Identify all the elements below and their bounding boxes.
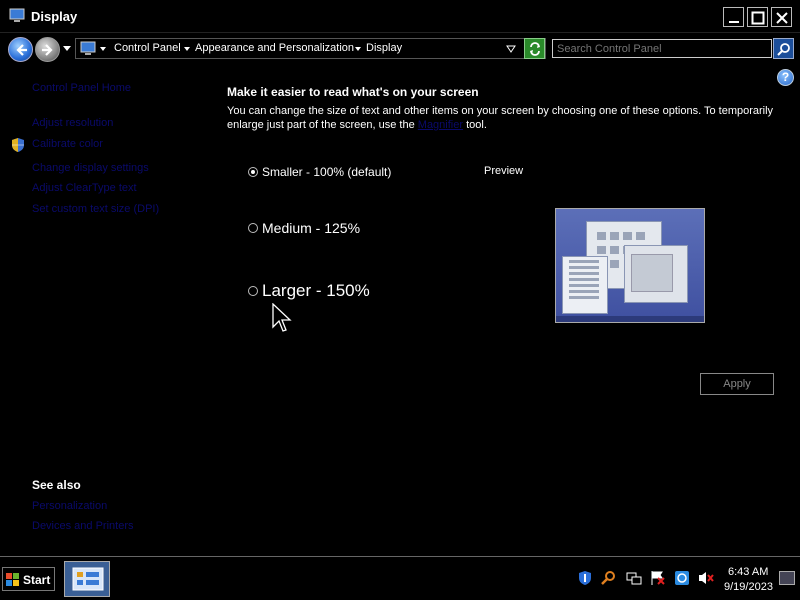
option-larger[interactable]: Larger - 150% <box>248 281 370 301</box>
breadcrumb[interactable]: Control Panel Appearance and Personaliza… <box>75 38 546 59</box>
nav-link-custom-text-size[interactable]: Set custom text size (DPI) <box>32 203 159 215</box>
address-dropdown-icon[interactable] <box>506 45 516 53</box>
mouse-cursor-icon <box>272 303 292 332</box>
help-icon[interactable]: ? <box>777 69 794 86</box>
clock-date[interactable]: 9/19/2023 <box>724 581 773 593</box>
refresh-button[interactable] <box>524 38 545 59</box>
network-icon[interactable] <box>626 570 642 586</box>
option-medium-label[interactable]: Medium - 125% <box>262 220 360 236</box>
windows-logo-icon <box>6 573 19 586</box>
maximize-button[interactable] <box>747 7 768 27</box>
security-icon[interactable] <box>674 570 690 586</box>
title-bar: Display <box>0 0 800 33</box>
see-also-personalization[interactable]: Personalization <box>32 500 107 512</box>
start-button[interactable]: Start <box>2 567 55 591</box>
close-button[interactable] <box>771 7 792 27</box>
start-label: Start <box>23 573 51 587</box>
radio-larger[interactable] <box>248 286 258 296</box>
nav-link-adjust-cleartype[interactable]: Adjust ClearType text <box>32 182 137 194</box>
forward-button[interactable] <box>35 37 60 62</box>
radio-smaller[interactable] <box>248 166 258 177</box>
display-icon <box>9 8 25 23</box>
minimize-button[interactable] <box>723 7 744 27</box>
nav-link-control-panel-home[interactable]: Control Panel Home <box>32 82 131 94</box>
left-navigation-pane: Control Panel Home Adjust resolution Cal… <box>0 65 200 555</box>
page-heading: Make it easier to read what's on your sc… <box>227 85 479 99</box>
preview-window <box>562 256 608 314</box>
nav-link-adjust-resolution[interactable]: Adjust resolution <box>32 117 113 129</box>
preview-label: Preview <box>484 165 524 177</box>
close-icon <box>776 12 788 24</box>
description-text: You can change the size of text and othe… <box>227 105 774 131</box>
breadcrumb-display[interactable]: Display <box>366 42 402 54</box>
description-text-end: tool. <box>463 119 487 131</box>
refresh-icon <box>530 42 540 56</box>
back-arrow-icon <box>16 44 27 56</box>
minimize-icon <box>729 21 739 23</box>
option-larger-label[interactable]: Larger - 150% <box>262 281 370 300</box>
taskbar-item-control-panel[interactable] <box>64 561 110 597</box>
magnifier-link[interactable]: Magnifier <box>418 119 463 131</box>
apply-button[interactable]: Apply <box>700 373 774 395</box>
see-also-devices-printers[interactable]: Devices and Printers <box>32 520 134 532</box>
uac-shield-icon <box>12 138 24 152</box>
preview-window <box>624 245 688 303</box>
search-input[interactable] <box>552 39 772 58</box>
preview-image <box>555 208 705 323</box>
defender-icon[interactable] <box>578 570 592 586</box>
breadcrumb-control-panel[interactable]: Control Panel <box>114 42 181 54</box>
nav-link-calibrate-color[interactable]: Calibrate color <box>32 138 103 150</box>
chevron-down-icon[interactable] <box>355 47 361 52</box>
address-bar: Control Panel Appearance and Personaliza… <box>0 33 800 64</box>
breadcrumb-appearance[interactable]: Appearance and Personalization <box>195 42 354 54</box>
search-button[interactable] <box>773 38 794 59</box>
taskbar: Start 6:43 AM 9/19/2023 <box>0 556 800 600</box>
back-button[interactable] <box>8 37 33 62</box>
chevron-down-icon[interactable] <box>100 47 106 52</box>
search-icon <box>777 43 790 56</box>
see-also-heading: See also <box>32 478 81 492</box>
page-description: You can change the size of text and othe… <box>227 104 787 132</box>
recent-pages-dropdown-icon[interactable] <box>63 46 71 52</box>
control-panel-icon <box>72 567 104 591</box>
option-smaller[interactable]: Smaller - 100% (default) <box>248 164 391 179</box>
search-tool-icon[interactable] <box>600 570 616 586</box>
action-center-flag-icon[interactable] <box>650 570 666 586</box>
window-title: Display <box>31 9 78 24</box>
maximize-icon <box>751 11 765 25</box>
show-desktop-button[interactable] <box>779 571 795 585</box>
radio-medium[interactable] <box>248 223 258 233</box>
option-medium[interactable]: Medium - 125% <box>248 220 360 236</box>
chevron-down-icon[interactable] <box>184 47 190 52</box>
forward-arrow-icon <box>42 44 53 56</box>
volume-muted-icon[interactable] <box>698 570 714 586</box>
nav-link-change-display-settings[interactable]: Change display settings <box>32 162 149 174</box>
option-smaller-label[interactable]: Smaller - 100% (default) <box>262 165 391 179</box>
control-panel-icon <box>80 41 96 55</box>
clock-time[interactable]: 6:43 AM <box>728 566 768 578</box>
